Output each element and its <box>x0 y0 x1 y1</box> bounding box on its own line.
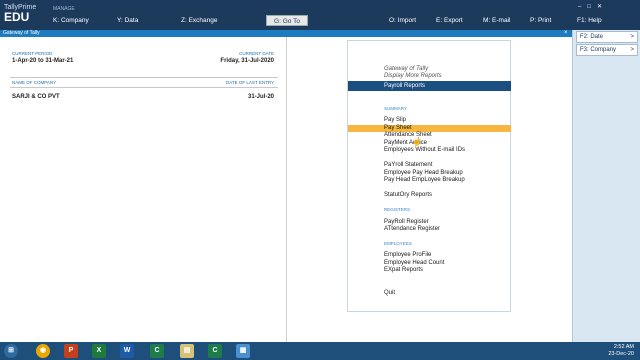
company-info-pane: CURRENT PERIOD 1-Apr-20 to 31-Mar-21 CUR… <box>0 37 287 342</box>
goto-button[interactable]: G: Go To <box>266 15 308 26</box>
employees-section-label: EMPLOYEES <box>384 241 412 246</box>
divider <box>10 87 278 88</box>
menu-statutory-reports[interactable]: StatutOry Reports <box>384 192 432 198</box>
chrome-icon[interactable]: ◉ <box>36 344 50 358</box>
registers-section-label: REGISTERS <box>384 207 411 212</box>
tally-icon[interactable]: C <box>150 344 164 358</box>
mouse-cursor-icon: ☝ <box>412 137 422 146</box>
window-title: Gateway of Tally <box>0 30 572 37</box>
system-clock[interactable]: 2:52 AM 23-Dec-20 <box>608 344 634 358</box>
current-period: 1-Apr-20 to 31-Mar-21 <box>12 58 74 64</box>
menu-print[interactable]: P: Print <box>530 17 551 24</box>
menu-pay-head-employee-breakup[interactable]: Pay Head EmpLoyee Breakup <box>384 177 465 183</box>
menu-import[interactable]: O: Import <box>389 17 416 24</box>
menu-employees-without-email[interactable]: Employees Without E-mail IDs <box>384 147 465 153</box>
menu-employee-pay-head-breakup[interactable]: Employee Pay Head Breakup <box>384 170 463 176</box>
menu-quit[interactable]: Quit <box>384 290 395 296</box>
chevron-right-icon: > <box>630 34 634 40</box>
summary-section-label: SUMMARY <box>384 106 407 111</box>
panel-title: Payroll Reports <box>348 81 511 91</box>
last-entry-label: DATE OF LAST ENTRY <box>225 80 274 85</box>
menu-help[interactable]: F1: Help <box>577 17 602 24</box>
date-button[interactable]: F2: Date > <box>576 31 638 43</box>
close-icon[interactable]: × <box>564 30 568 37</box>
menu-pay-sheet[interactable]: Pay Sheet <box>348 125 511 132</box>
name-of-company-label: NAME OF COMPANY <box>12 80 57 85</box>
manage-label: MANAGE <box>53 6 75 12</box>
breadcrumb-gateway: Gateway of Tally <box>384 66 429 72</box>
current-date: Friday, 31-Jul-2020 <box>220 58 274 64</box>
menu-export[interactable]: E: Export <box>436 17 463 24</box>
divider <box>10 77 278 78</box>
clock-time: 2:52 AM <box>613 344 634 350</box>
breadcrumb-display-more: Display More Reports <box>384 73 442 79</box>
current-period-label: CURRENT PERIOD <box>12 51 53 56</box>
menu-attendance-sheet[interactable]: Attendance Sheet <box>384 132 432 138</box>
company-name[interactable]: SARJI & CO PVT <box>12 94 60 100</box>
date-button-label: F2: Date <box>580 34 604 40</box>
menu-expat-reports[interactable]: EXpat Reports <box>384 267 423 273</box>
company-button-label: F3: Company <box>580 47 617 53</box>
menu-email[interactable]: M: E-mail <box>483 17 510 24</box>
files-icon[interactable]: ▤ <box>180 344 194 358</box>
last-entry-date: 31-Jul-20 <box>247 94 274 100</box>
chevron-right-icon: > <box>630 47 634 53</box>
company-button[interactable]: F3: Company > <box>576 44 638 56</box>
menu-employee-head-count[interactable]: Employee Head Count <box>384 260 444 266</box>
menu-payroll-register[interactable]: PayRoll Register <box>384 219 429 225</box>
menu-attendance-register[interactable]: ATtendance Register <box>384 226 440 232</box>
brand-edition: EDU <box>4 10 30 24</box>
window-controls[interactable]: –□✕ <box>578 3 608 10</box>
right-button-panel: F2: Date > F3: Company > <box>572 30 640 342</box>
menu-pay-slip[interactable]: Pay Slip <box>384 117 406 123</box>
word-icon[interactable]: W <box>120 344 134 358</box>
menu-employee-profile[interactable]: Employee ProFile <box>384 252 431 258</box>
start-icon[interactable]: ⊞ <box>4 344 18 358</box>
tally-second-icon[interactable]: C <box>208 344 222 358</box>
taskbar: ⊞ ◉ P X W C ▤ C ▦ 2:52 AM 23-Dec-20 <box>0 342 640 360</box>
excel-icon[interactable]: X <box>92 344 106 358</box>
clock-date: 23-Dec-20 <box>608 351 634 357</box>
brand: TallyPrime EDU <box>4 4 36 23</box>
powerpoint-icon[interactable]: P <box>64 344 78 358</box>
app-icon[interactable]: ▦ <box>236 344 250 358</box>
top-menu-bar: TallyPrime EDU MANAGE K: Company Y: Data… <box>0 0 640 30</box>
menu-exchange[interactable]: Z: Exchange <box>181 17 218 24</box>
menu-data[interactable]: Y: Data <box>117 17 138 24</box>
menu-payroll-statement[interactable]: PaYroll Statement <box>384 162 432 168</box>
menu-company[interactable]: K: Company <box>53 17 89 24</box>
current-date-label: CURRENT DATE <box>239 51 274 56</box>
